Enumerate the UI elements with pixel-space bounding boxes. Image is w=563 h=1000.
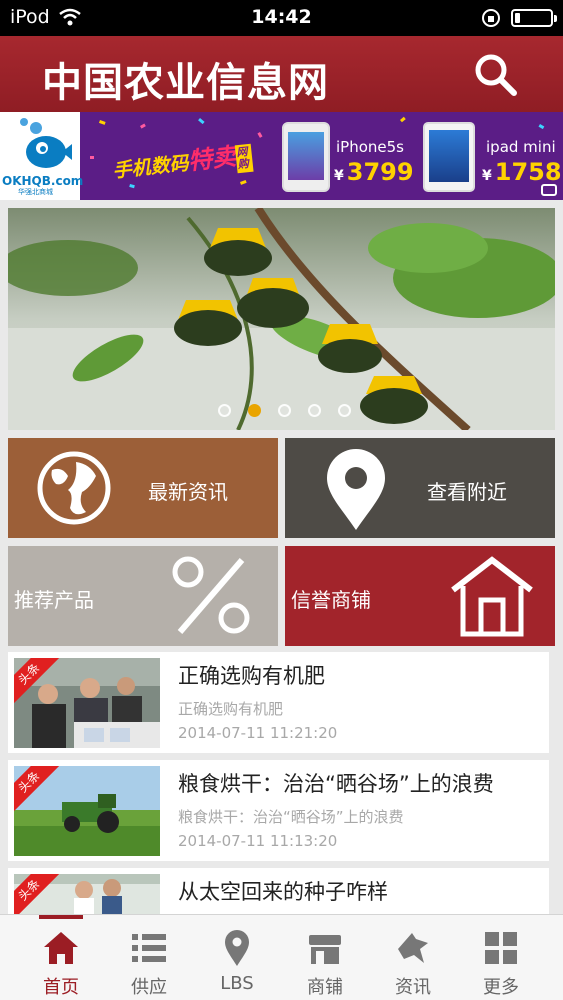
globe-icon (37, 451, 111, 525)
ad-item-price: ¥3799 (334, 158, 414, 186)
store-icon (309, 935, 341, 964)
news-summary: 粮食烘干：治治“晒谷场”上的浪费 (178, 808, 404, 826)
ipad-image (423, 122, 475, 192)
carousel-dot[interactable] (248, 404, 261, 417)
tab-label: 资讯 (395, 977, 431, 998)
ad-corner-icon (541, 184, 557, 196)
app-header: 中国农业信息网 (0, 36, 563, 112)
tab-news[interactable]: 资讯 (369, 915, 457, 1000)
news-thumbnail: 头条 (14, 658, 160, 748)
list-icon (132, 934, 166, 962)
home-icon (44, 932, 78, 964)
clock: 14:42 (251, 6, 312, 28)
search-icon[interactable] (471, 50, 519, 98)
news-thumbnail: 头条 (14, 766, 160, 856)
news-item[interactable]: 头条 正确选购有机肥 正确选购有机肥 2014-07-11 11:21:20 (8, 652, 549, 753)
orientation-lock-icon (482, 9, 500, 27)
tile-nearby[interactable]: 查看附近 (285, 438, 555, 538)
news-time: 2014-07-11 11:21:20 (178, 724, 338, 742)
news-item[interactable]: 头条 从太空回来的种子咋样 (8, 868, 549, 914)
grid-icon (485, 932, 517, 964)
battery-icon (511, 9, 557, 27)
news-item[interactable]: 头条 粮食烘干：治治“晒谷场”上的浪费 粮食烘干：治治“晒谷场”上的浪费 201… (8, 760, 549, 861)
carousel-indicator[interactable] (218, 404, 351, 417)
status-bar: iPod 14:42 (0, 0, 563, 36)
tab-label: LBS (220, 973, 254, 994)
news-summary: 正确选购有机肥 (178, 700, 284, 718)
news-title: 粮食烘干：治治“晒谷场”上的浪费 (178, 772, 494, 796)
news-title: 从太空回来的种子咋样 (178, 880, 388, 904)
promo-highlight: 特卖 (186, 142, 238, 176)
carousel-dot[interactable] (338, 404, 351, 417)
tab-lbs[interactable]: LBS (193, 915, 281, 1000)
location-pin-icon (327, 449, 385, 530)
tab-label: 商铺 (307, 977, 343, 998)
tab-label: 首页 (43, 977, 79, 998)
shop-icon (451, 556, 533, 637)
bottom-tab-bar: 首页 供应 LBS 商铺 资讯 更多 (0, 914, 563, 1000)
tile-recommended[interactable]: 推荐产品 (8, 546, 278, 646)
promo-prefix: 手机数码 (111, 152, 190, 183)
news-title: 正确选购有机肥 (178, 664, 325, 688)
ad-item-price: ¥1758 (482, 158, 562, 186)
news-thumbnail: 头条 (14, 874, 160, 914)
battery-fill (515, 13, 520, 23)
tile-label: 最新资讯 (148, 480, 228, 504)
news-icon (398, 933, 428, 963)
ad-item-name: iPhone5s (336, 138, 404, 156)
percent-icon (172, 556, 250, 634)
status-right (481, 8, 557, 28)
iphone-image (282, 122, 330, 192)
tile-label: 推荐产品 (14, 588, 94, 612)
tab-supply[interactable]: 供应 (105, 915, 193, 1000)
news-time: 2014-07-11 11:13:20 (178, 832, 338, 850)
tab-more[interactable]: 更多 (457, 915, 545, 1000)
promo-tag: 网购 (234, 143, 254, 173)
tile-trusted-shops[interactable]: 信誉商铺 (285, 546, 555, 646)
ad-banner[interactable]: OKHQB.com 华强北商城 手机数码特卖网购 iPhone5s ¥3799 … (0, 112, 563, 200)
image-carousel[interactable] (8, 208, 555, 430)
carousel-image (8, 208, 555, 430)
tab-label: 供应 (131, 977, 167, 998)
carousel-dot[interactable] (308, 404, 321, 417)
carousel-dot[interactable] (218, 404, 231, 417)
app-title: 中国农业信息网 (42, 59, 329, 106)
tile-label: 信誉商铺 (291, 588, 371, 612)
tile-label: 查看附近 (427, 480, 507, 504)
tab-home[interactable]: 首页 (17, 915, 105, 1000)
tile-latest-news[interactable]: 最新资讯 (8, 438, 278, 538)
map-pin-icon (225, 930, 249, 966)
tab-label: 更多 (483, 977, 519, 998)
carousel-dot[interactable] (278, 404, 291, 417)
ad-item-name: ipad mini (486, 138, 556, 156)
tab-shops[interactable]: 商铺 (281, 915, 369, 1000)
